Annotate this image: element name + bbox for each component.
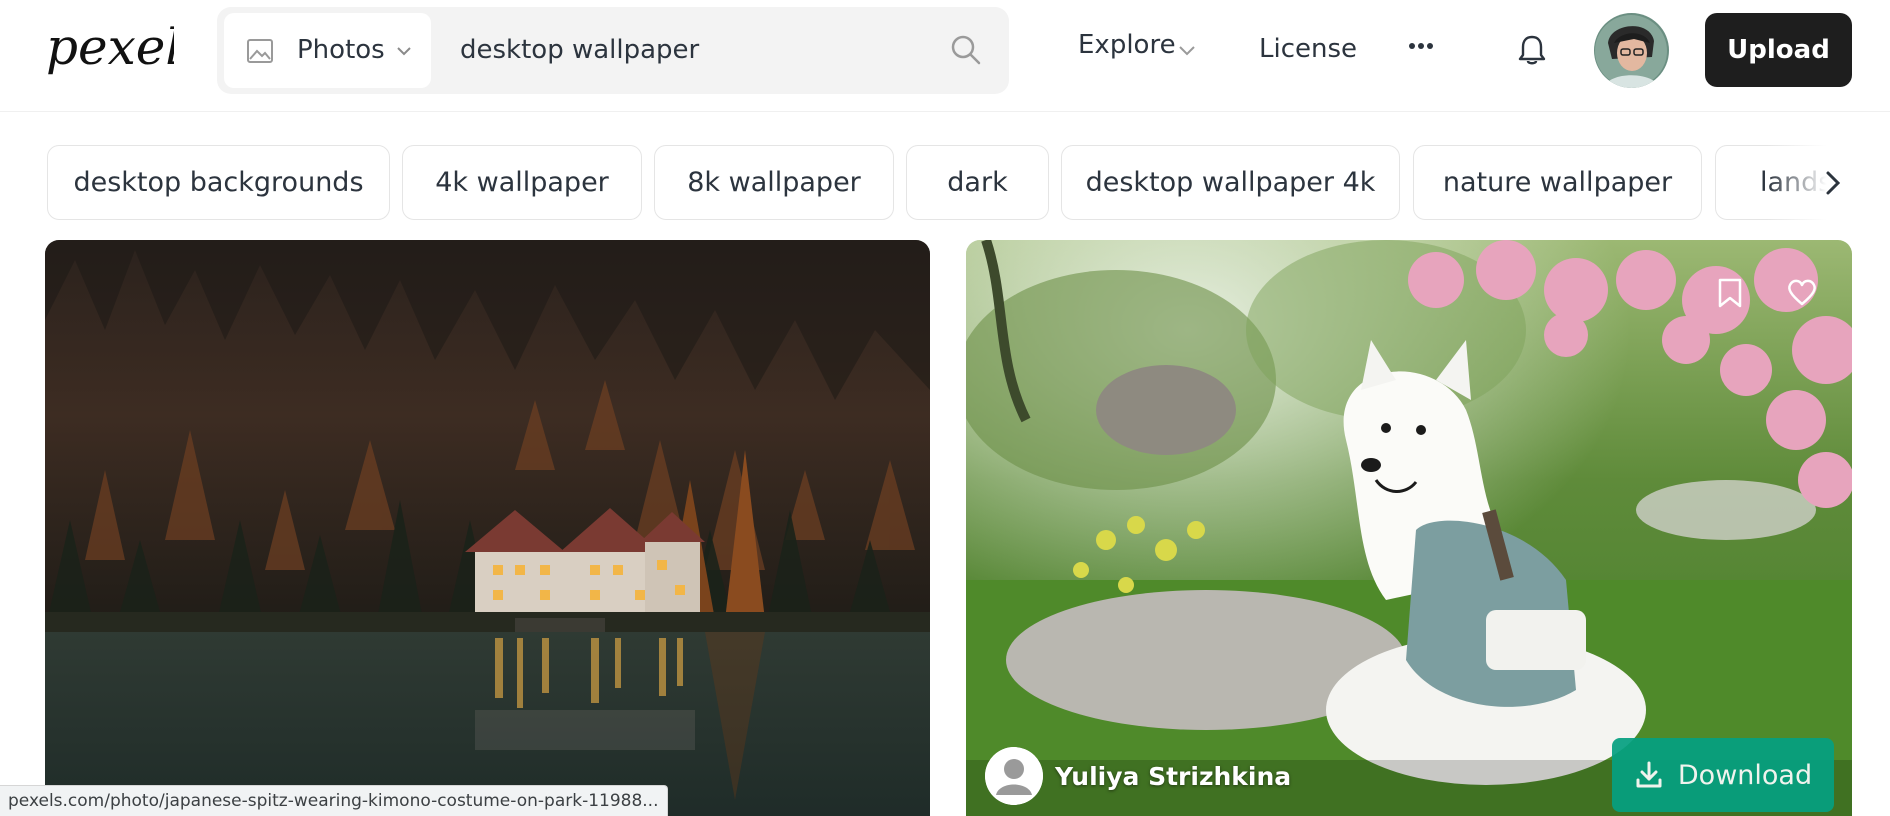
author-avatar	[985, 747, 1043, 805]
user-avatar[interactable]	[1594, 13, 1669, 88]
photo-author[interactable]: Yuliya Strizhkina	[985, 746, 1291, 806]
search-bar: Photos	[217, 7, 1009, 94]
search-icon[interactable]	[949, 33, 983, 67]
photo-card-spitz[interactable]	[966, 240, 1852, 816]
chip-desktop-wallpaper-4k[interactable]: desktop wallpaper 4k	[1061, 145, 1400, 220]
browser-status-url: pexels.com/photo/japanese-spitz-wearing-…	[0, 785, 668, 816]
chevron-down-icon	[397, 47, 411, 56]
download-button[interactable]: Download	[1612, 738, 1834, 812]
related-searches: desktop backgrounds 4k wallpaper 8k wall…	[47, 145, 1852, 220]
download-label: Download	[1677, 759, 1813, 791]
nav-explore[interactable]: Explore	[1078, 30, 1195, 70]
chevron-right-icon[interactable]	[1822, 169, 1844, 197]
download-icon	[1636, 761, 1662, 788]
search-input[interactable]	[460, 25, 930, 75]
notification-bell-icon[interactable]	[1515, 33, 1549, 67]
upload-button[interactable]: Upload	[1705, 13, 1852, 87]
more-icon[interactable]	[1408, 42, 1434, 50]
chevron-down-icon	[1179, 46, 1195, 56]
chip-8k-wallpaper[interactable]: 8k wallpaper	[654, 145, 894, 220]
chip-desktop-backgrounds[interactable]: desktop backgrounds	[47, 145, 390, 220]
photo-card-lake-house[interactable]	[45, 240, 930, 816]
pexels-logo[interactable]: pexels	[44, 14, 174, 84]
bookmark-icon[interactable]	[1716, 278, 1744, 308]
logo-text: pexels	[46, 18, 174, 76]
lake-house-image	[45, 240, 930, 816]
avatar-image	[1594, 13, 1669, 88]
author-name: Yuliya Strizhkina	[1055, 761, 1292, 791]
spitz-dog-image	[966, 240, 1852, 816]
user-silhouette-icon	[985, 747, 1043, 805]
chip-4k-wallpaper[interactable]: 4k wallpaper	[402, 145, 642, 220]
nav-explore-label: Explore	[1078, 30, 1176, 60]
chip-nature-wallpaper[interactable]: nature wallpaper	[1413, 145, 1702, 220]
chip-dark[interactable]: dark	[906, 145, 1049, 220]
search-type-dropdown[interactable]: Photos	[224, 13, 431, 88]
nav-license[interactable]: License	[1259, 34, 1357, 64]
top-header: pexels Photos Explore License	[0, 0, 1890, 112]
heart-icon[interactable]	[1786, 278, 1818, 306]
search-type-label: Photos	[297, 35, 385, 65]
image-icon	[247, 39, 273, 63]
